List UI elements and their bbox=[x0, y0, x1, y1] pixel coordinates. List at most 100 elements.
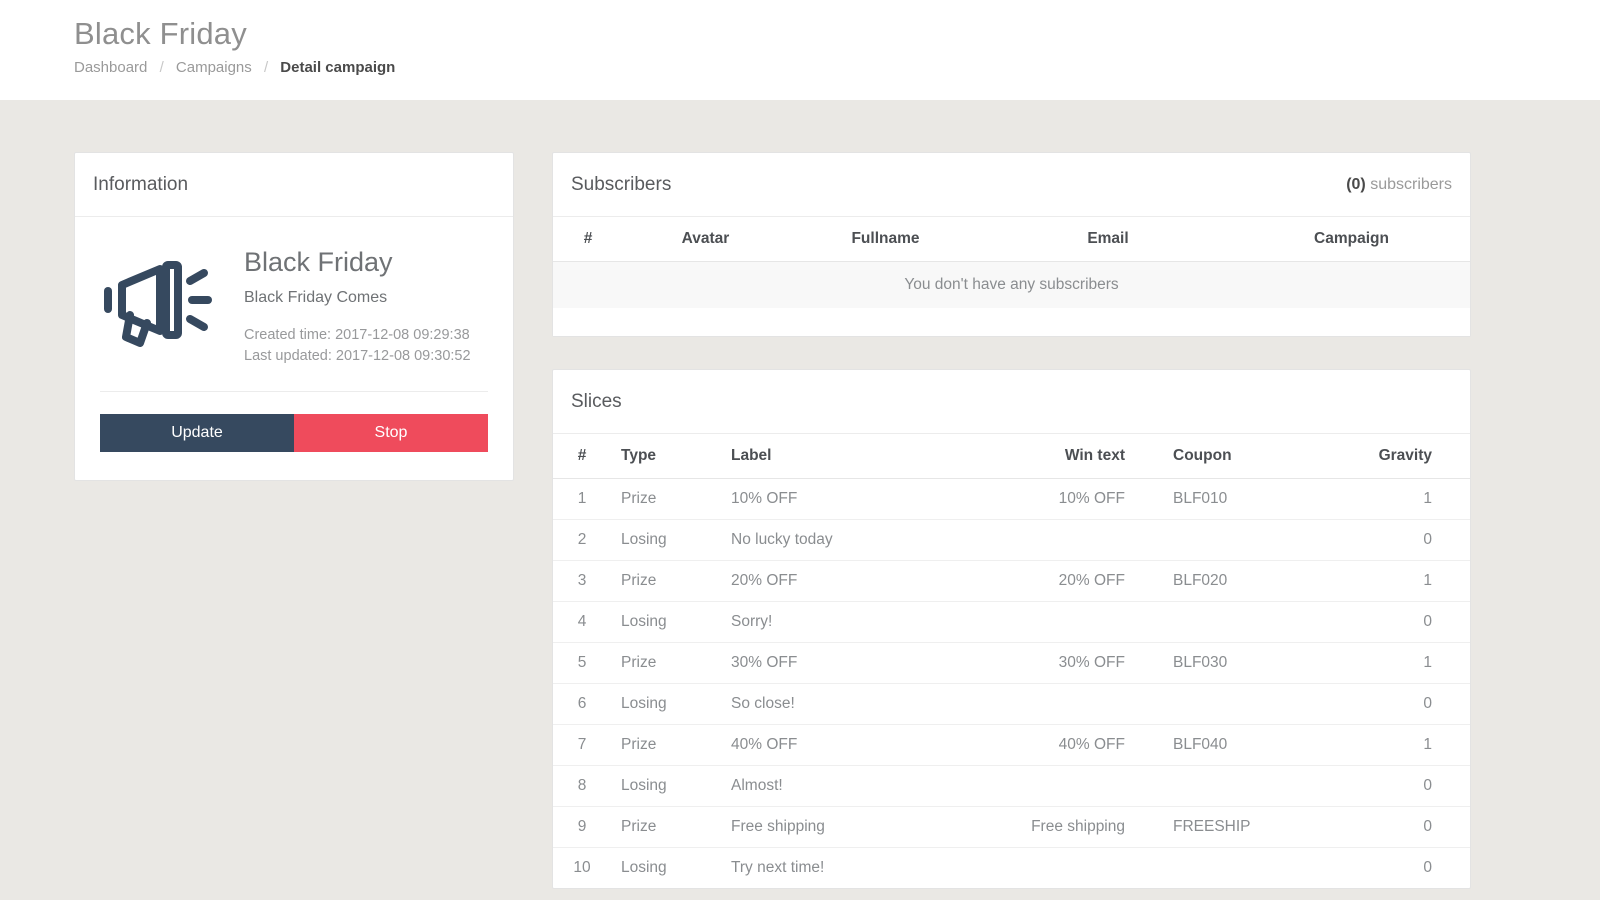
information-panel-title: Information bbox=[93, 173, 189, 195]
slice-number: 7 bbox=[553, 724, 611, 766]
slice-win-text: 10% OFF bbox=[945, 478, 1135, 520]
slice-coupon bbox=[1135, 765, 1335, 807]
page-header: Black Friday Dashboard / Campaigns / Det… bbox=[0, 0, 1600, 100]
slices-col-gravity[interactable]: Gravity bbox=[1335, 434, 1470, 479]
slice-gravity: 0 bbox=[1335, 519, 1470, 561]
breadcrumb: Dashboard / Campaigns / Detail campaign bbox=[74, 58, 1600, 78]
subscribers-table-head: # Avatar Fullname Email Campaign bbox=[553, 217, 1470, 262]
campaign-details: Black Friday Black Friday Comes Created … bbox=[220, 243, 471, 367]
slice-coupon bbox=[1135, 519, 1335, 561]
subscribers-empty-message: You don't have any subscribers bbox=[553, 261, 1470, 308]
table-row[interactable]: 10 Losing Try next time! 0 bbox=[553, 847, 1470, 888]
slices-col-coupon[interactable]: Coupon bbox=[1135, 434, 1335, 479]
stop-button[interactable]: Stop bbox=[294, 414, 488, 452]
slice-type: Prize bbox=[611, 642, 721, 684]
slice-coupon bbox=[1135, 601, 1335, 643]
subscribers-col-email[interactable]: Email bbox=[983, 217, 1233, 262]
slice-type: Losing bbox=[611, 847, 721, 888]
slice-label: 20% OFF bbox=[721, 560, 945, 602]
breadcrumb-item-dashboard[interactable]: Dashboard bbox=[74, 59, 147, 76]
slice-coupon: BLF010 bbox=[1135, 478, 1335, 520]
campaign-summary: Black Friday Black Friday Comes Created … bbox=[100, 243, 488, 367]
slice-type: Losing bbox=[611, 519, 721, 561]
campaign-last-updated: Last updated: 2017-12-08 09:30:52 bbox=[244, 348, 471, 364]
subscribers-col-fullname[interactable]: Fullname bbox=[788, 217, 983, 262]
slices-col-label[interactable]: Label bbox=[721, 434, 945, 479]
slice-label: So close! bbox=[721, 683, 945, 725]
table-row[interactable]: 4 Losing Sorry! 0 bbox=[553, 601, 1470, 643]
breadcrumb-separator: / bbox=[159, 59, 164, 76]
table-row[interactable]: 8 Losing Almost! 0 bbox=[553, 765, 1470, 807]
subscribers-col-avatar[interactable]: Avatar bbox=[623, 217, 788, 262]
slices-header-row: # Type Label Win text Coupon Gravity bbox=[553, 434, 1470, 479]
slice-type: Prize bbox=[611, 724, 721, 766]
slices-table-head: # Type Label Win text Coupon Gravity bbox=[553, 434, 1470, 479]
table-row[interactable]: 1 Prize 10% OFF 10% OFF BLF010 1 bbox=[553, 478, 1470, 520]
update-button[interactable]: Update bbox=[100, 414, 294, 452]
slice-coupon bbox=[1135, 847, 1335, 888]
table-row[interactable]: 6 Losing So close! 0 bbox=[553, 683, 1470, 725]
slice-type: Prize bbox=[611, 478, 721, 520]
slice-coupon: BLF020 bbox=[1135, 560, 1335, 602]
slice-number: 8 bbox=[553, 765, 611, 807]
subscribers-panel-title: Subscribers bbox=[571, 173, 672, 195]
slice-label: Sorry! bbox=[721, 601, 945, 643]
slice-gravity: 0 bbox=[1335, 601, 1470, 643]
slice-win-text bbox=[945, 765, 1135, 807]
slice-type: Prize bbox=[611, 560, 721, 602]
slices-card-header: Slices bbox=[553, 370, 1470, 434]
slice-label: Almost! bbox=[721, 765, 945, 807]
slice-coupon: FREESHIP bbox=[1135, 806, 1335, 848]
subscribers-count: (0) subscribers bbox=[1346, 176, 1452, 194]
breadcrumb-separator: / bbox=[263, 59, 269, 76]
slice-win-text bbox=[945, 519, 1135, 561]
slice-win-text bbox=[945, 683, 1135, 725]
table-row[interactable]: 3 Prize 20% OFF 20% OFF BLF020 1 bbox=[553, 560, 1470, 602]
campaign-description: Black Friday Comes bbox=[244, 289, 388, 306]
information-card-body: Black Friday Black Friday Comes Created … bbox=[75, 217, 513, 480]
slice-win-text bbox=[945, 847, 1135, 888]
right-column: Subscribers (0) subscribers # Avatar Ful… bbox=[552, 152, 1471, 889]
slice-type: Prize bbox=[611, 806, 721, 848]
slice-label: 10% OFF bbox=[721, 478, 945, 520]
campaign-name: Black Friday bbox=[244, 247, 393, 277]
slice-number: 4 bbox=[553, 601, 611, 643]
table-row[interactable]: 9 Prize Free shipping Free shipping FREESHIP… bbox=[553, 806, 1470, 848]
slices-col-number[interactable]: # bbox=[553, 434, 611, 479]
slice-number: 9 bbox=[553, 806, 611, 848]
slices-col-win-text[interactable]: Win text bbox=[945, 434, 1135, 479]
campaign-created-time: Created time: 2017-12-08 09:29:38 bbox=[244, 327, 470, 343]
slice-label: Free shipping bbox=[721, 806, 945, 848]
slice-type: Losing bbox=[611, 601, 721, 643]
slice-win-text: Free shipping bbox=[945, 806, 1135, 848]
slice-number: 6 bbox=[553, 683, 611, 725]
subscribers-table: # Avatar Fullname Email Campaign You don… bbox=[553, 217, 1470, 308]
slices-card: Slices # Type Label Win text Coupon Grav… bbox=[552, 369, 1471, 889]
slice-gravity: 0 bbox=[1335, 847, 1470, 888]
slice-coupon bbox=[1135, 683, 1335, 725]
slice-gravity: 0 bbox=[1335, 683, 1470, 725]
slice-gravity: 1 bbox=[1335, 560, 1470, 602]
slice-number: 10 bbox=[553, 847, 611, 888]
breadcrumb-item-campaigns[interactable]: Campaigns bbox=[176, 59, 252, 76]
slices-table: # Type Label Win text Coupon Gravity 1 Pr… bbox=[553, 434, 1470, 888]
slices-panel-title: Slices bbox=[571, 390, 622, 412]
slice-win-text: 30% OFF bbox=[945, 642, 1135, 684]
slice-number: 2 bbox=[553, 519, 611, 561]
campaign-timestamps: Created time: 2017-12-08 09:29:38 Last u… bbox=[244, 325, 471, 367]
page-content: Information Black Friday Black Friday Co… bbox=[0, 100, 1600, 900]
table-row[interactable]: 5 Prize 30% OFF 30% OFF BLF030 1 bbox=[553, 642, 1470, 684]
slice-number: 3 bbox=[553, 560, 611, 602]
slice-label: Try next time! bbox=[721, 847, 945, 888]
information-actions: Update Stop bbox=[100, 414, 488, 480]
table-row[interactable]: 2 Losing No lucky today 0 bbox=[553, 519, 1470, 561]
subscribers-empty-row: You don't have any subscribers bbox=[553, 261, 1470, 308]
subscribers-col-campaign[interactable]: Campaign bbox=[1233, 217, 1470, 262]
slices-col-type[interactable]: Type bbox=[611, 434, 721, 479]
slice-label: 30% OFF bbox=[721, 642, 945, 684]
table-row[interactable]: 7 Prize 40% OFF 40% OFF BLF040 1 bbox=[553, 724, 1470, 766]
slice-win-text: 20% OFF bbox=[945, 560, 1135, 602]
breadcrumb-item-current: Detail campaign bbox=[280, 59, 396, 76]
subscribers-col-number[interactable]: # bbox=[553, 217, 623, 262]
information-card: Information Black Friday Black Friday Co… bbox=[74, 152, 514, 481]
